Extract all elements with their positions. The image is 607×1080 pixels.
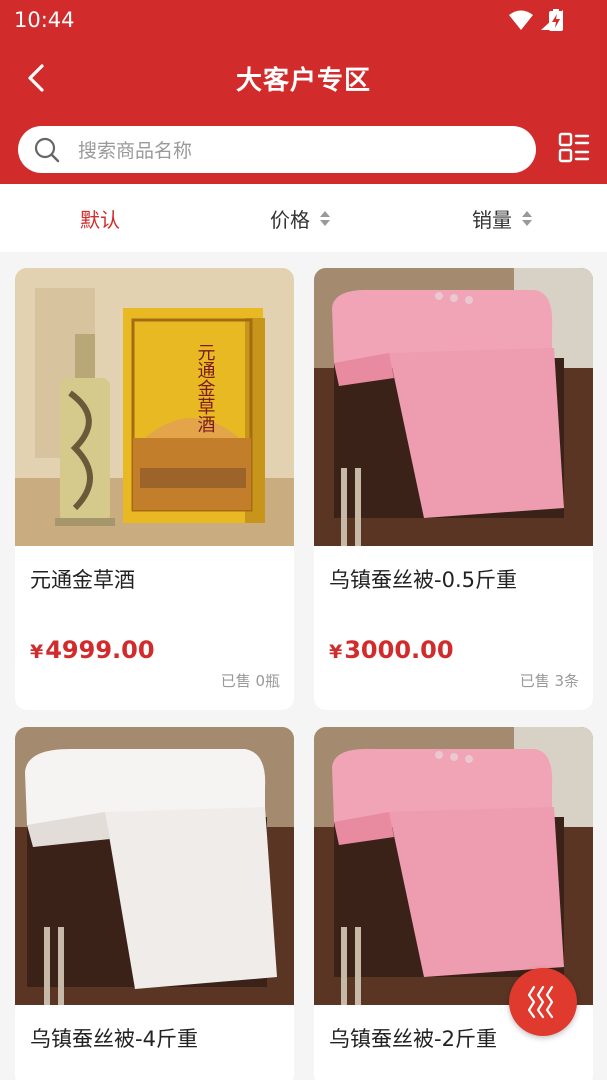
sort-default-label: 默认 [80,208,120,232]
sold-count: 已售 0瓶 [220,672,280,690]
nav-bar: 大客户专区 [0,40,607,120]
product-name: 乌镇蚕丝被-0.5斤重 [329,568,517,592]
wave-icon [528,985,554,1019]
pink-quilt-photo [314,727,593,1005]
search-icon [34,137,60,163]
product-card[interactable]: 乌镇蚕丝被-0.5斤重 ¥3000.00 已售 3条 [314,268,593,710]
sort-arrows-icon [522,211,532,226]
search-input[interactable]: 搜索商品名称 [18,126,536,173]
sold-count: 已售 3条 [519,672,579,690]
sort-sales-tab[interactable]: 销量 [472,204,532,233]
price-value: 4999.00 [45,636,155,664]
currency-symbol: ¥ [30,641,44,663]
status-bar: 10:44 [0,0,607,40]
product-name: 乌镇蚕丝被-2斤重 [329,1027,497,1051]
product-price: ¥4999.00 [30,636,155,664]
layout-toggle-button[interactable] [558,132,590,164]
floating-action-button[interactable] [509,968,577,1036]
product-name: 元通金草酒 [30,568,135,592]
product-card[interactable]: 元通金草酒 元通金草酒 ¥4999.00 已售 0瓶 [15,268,294,710]
pink-quilt-photo [314,268,593,546]
product-name: 乌镇蚕丝被-4斤重 [30,1027,198,1051]
status-time: 10:44 [14,8,75,32]
page-title: 大客户专区 [235,66,371,96]
product-card[interactable]: 乌镇蚕丝被-4斤重 [15,727,294,1080]
liquor-photo: 元通金草酒 [15,268,294,546]
grid-list-icon [558,132,590,163]
product-image: 元通金草酒 [15,268,294,546]
search-area: 搜索商品名称 [0,120,607,184]
white-quilt-photo [15,727,294,1005]
search-placeholder: 搜索商品名称 [78,140,193,162]
liquor-box-text: 元通金草酒 [195,343,216,433]
sort-bar: 默认 价格 销量 [0,184,607,252]
sort-price-label: 价格 [270,208,310,232]
price-value: 3000.00 [344,636,454,664]
battery-charging-icon [549,9,563,31]
product-price: ¥3000.00 [329,636,454,664]
product-image [15,727,294,1005]
sort-sales-label: 销量 [472,208,512,232]
sort-price-tab[interactable]: 价格 [270,204,330,233]
product-image [314,268,593,546]
currency-symbol: ¥ [329,641,343,663]
sort-default-tab[interactable]: 默认 [80,204,120,233]
product-image [314,727,593,1005]
wifi-icon [509,10,533,30]
sort-arrows-icon [320,211,330,226]
